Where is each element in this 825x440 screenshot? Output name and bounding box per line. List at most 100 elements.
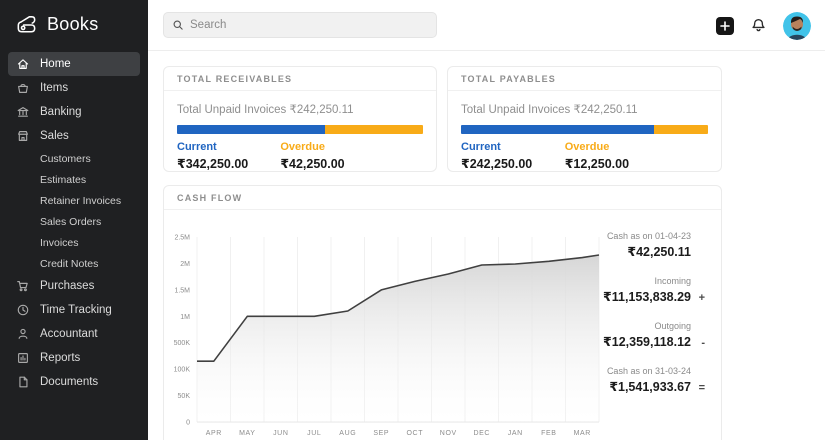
svg-text:2.5M: 2.5M (174, 235, 190, 242)
sidebar-item-invoices[interactable]: Invoices (8, 232, 140, 253)
notifications-button[interactable] (750, 17, 767, 34)
total-payables-card[interactable]: TOTAL PAYABLES Total Unpaid Invoices ₹24… (447, 66, 722, 172)
stat-value: ₹1,541,933.67 (609, 379, 691, 394)
basket-icon (16, 81, 30, 95)
sidebar-item-label: Banking (40, 106, 82, 118)
sidebar-item-customers[interactable]: Customers (8, 148, 140, 169)
bell-icon (750, 17, 767, 34)
stat-label: Incoming (555, 275, 705, 287)
sidebar-item-label: Purchases (40, 280, 94, 292)
sidebar-item-sales-orders[interactable]: Sales Orders (8, 211, 140, 232)
app-logo[interactable]: Books (0, 0, 148, 46)
sidebar-item-items[interactable]: Items (8, 76, 140, 100)
stat-incoming: Incoming₹11,153,838.29+ (555, 275, 705, 304)
svg-text:1.5M: 1.5M (174, 287, 190, 294)
receivables-subtitle: Total Unpaid Invoices ₹242,250.11 (177, 102, 423, 116)
stat-operator: = (691, 382, 705, 394)
sidebar-item-purchases[interactable]: Purchases (8, 274, 140, 298)
search-icon (172, 19, 184, 31)
cash-flow-title: CASH FLOW (164, 186, 721, 210)
svg-text:1M: 1M (180, 314, 190, 321)
sidebar-item-sales[interactable]: Sales (8, 124, 140, 148)
svg-text:JUN: JUN (273, 430, 288, 437)
doc-icon (16, 375, 30, 389)
cash-flow-stats: Cash as on 01-04-23 ₹42,250.11 Incoming ₹11… (555, 230, 705, 410)
stat-cash-as-on-31-03-24: Cash as on 31-03-24 ₹1,541,933.67= (555, 365, 705, 394)
payables-current-label: Current (461, 141, 565, 153)
receivables-current-label: Current (177, 141, 280, 153)
payables-title: TOTAL PAYABLES (448, 67, 721, 91)
payables-subtitle: Total Unpaid Invoices ₹242,250.11 (461, 102, 708, 116)
receivables-bar (177, 125, 423, 134)
sidebar: Books Home Items Banking Sales CustomersEsti… (0, 0, 148, 440)
sidebar-item-label: Accountant (40, 328, 98, 340)
sidebar-item-reports[interactable]: Reports (8, 346, 140, 370)
topbar (148, 0, 825, 51)
payables-overdue-value: ₹12,250.00 (565, 156, 669, 171)
cash-flow-chart: 050K100K500K1M1.5M2M2.5MAPRMAYJUNJULAUGS… (164, 224, 619, 439)
stat-value: ₹12,359,118.12 (603, 334, 691, 349)
payables-current-segment (461, 125, 654, 134)
main-content: TOTAL RECEIVABLES Total Unpaid Invoices … (148, 0, 825, 440)
receivables-overdue-segment (325, 125, 423, 134)
payables-bar (461, 125, 708, 134)
svg-text:JAN: JAN (508, 430, 523, 437)
sidebar-item-home[interactable]: Home (8, 52, 140, 76)
stat-operator: - (691, 337, 705, 349)
total-receivables-card[interactable]: TOTAL RECEIVABLES Total Unpaid Invoices … (163, 66, 437, 172)
quick-create-button[interactable] (716, 17, 734, 35)
receivables-overdue-label: Overdue (280, 141, 383, 153)
search-box[interactable] (163, 12, 437, 38)
sidebar-item-label: Items (40, 82, 68, 94)
svg-text:MAR: MAR (574, 430, 591, 437)
user-avatar[interactable] (783, 12, 811, 40)
svg-text:APR: APR (206, 430, 222, 437)
sidebar-item-estimates[interactable]: Estimates (8, 169, 140, 190)
payables-overdue-label: Overdue (565, 141, 669, 153)
receivables-current-segment (177, 125, 325, 134)
sidebar-item-credit-notes[interactable]: Credit Notes (8, 253, 140, 274)
stat-value: ₹42,250.11 (627, 244, 691, 259)
app-title: Books (47, 14, 99, 35)
svg-text:50K: 50K (178, 393, 191, 400)
svg-text:MAY: MAY (239, 430, 255, 437)
stat-label: Cash as on 31-03-24 (555, 365, 705, 377)
payables-overdue-segment (654, 125, 708, 134)
stat-value: ₹11,153,838.29 (603, 289, 691, 304)
svg-text:JUL: JUL (307, 430, 321, 437)
svg-text:SEP: SEP (373, 430, 389, 437)
svg-text:AUG: AUG (339, 430, 356, 437)
svg-text:2M: 2M (180, 261, 190, 268)
sidebar-item-time-tracking[interactable]: Time Tracking (8, 298, 140, 322)
summary-cards: TOTAL RECEIVABLES Total Unpaid Invoices … (163, 66, 722, 172)
receivables-title: TOTAL RECEIVABLES (164, 67, 436, 91)
sidebar-item-documents[interactable]: Documents (8, 370, 140, 394)
receivables-current-value: ₹342,250.00 (177, 156, 280, 171)
zoho-books-dashboard: { "app": { "name": "Books" }, "topbar": … (0, 0, 825, 440)
search-input[interactable] (190, 19, 428, 31)
svg-text:500K: 500K (174, 340, 191, 347)
svg-text:DEC: DEC (474, 430, 491, 437)
chart-icon (16, 351, 30, 365)
plus-icon (720, 21, 730, 31)
person-icon (16, 327, 30, 341)
receivables-overdue-value: ₹42,250.00 (280, 156, 383, 171)
sidebar-item-label: Home (40, 58, 71, 70)
svg-text:NOV: NOV (440, 430, 457, 437)
svg-text:FEB: FEB (541, 430, 556, 437)
home-icon (16, 57, 30, 71)
svg-text:OCT: OCT (407, 430, 424, 437)
sidebar-item-label: Sales (40, 130, 69, 142)
cart-icon (16, 279, 30, 293)
books-logo-icon (14, 12, 39, 37)
sidebar-item-accountant[interactable]: Accountant (8, 322, 140, 346)
sidebar-item-retainer-invoices[interactable]: Retainer Invoices (8, 190, 140, 211)
sidebar-nav: HomeItemsBankingSalesCustomersEstimatesR… (0, 46, 148, 394)
sidebar-item-label: Time Tracking (40, 304, 112, 316)
clock-icon (16, 303, 30, 317)
bank-icon (16, 105, 30, 119)
stat-label: Outgoing (555, 320, 705, 332)
stat-outgoing: Outgoing ₹12,359,118.12- (555, 320, 705, 349)
stat-label: Cash as on 01-04-23 (555, 230, 705, 242)
sidebar-item-banking[interactable]: Banking (8, 100, 140, 124)
